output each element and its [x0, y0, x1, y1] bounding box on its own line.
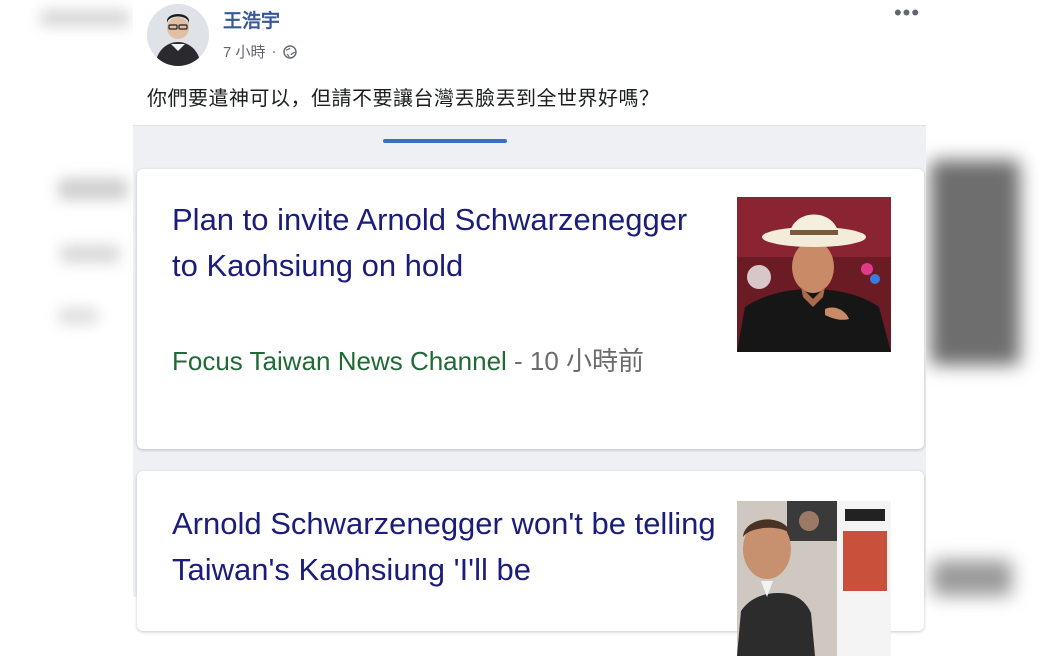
avatar-image: [147, 4, 209, 66]
more-options-icon[interactable]: •••: [892, 2, 922, 26]
news-thumbnail[interactable]: [737, 197, 891, 352]
tab-indicator: [383, 139, 507, 143]
link-preview-area: Plan to invite Arnold Schwarzenegger to …: [133, 125, 926, 656]
avatar[interactable]: [147, 4, 209, 66]
news-headline[interactable]: Plan to invite Arnold Schwarzenegger to …: [172, 197, 717, 289]
poster-name[interactable]: 王浩宇: [223, 6, 280, 33]
blurred-background-left-3: [60, 245, 120, 263]
globe-icon[interactable]: [282, 44, 297, 59]
news-age: - 10 小時前: [506, 346, 645, 376]
blurred-background-right-1: [930, 160, 1020, 365]
blurred-background-right-2: [932, 560, 1012, 596]
post-meta: 7 小時 ·: [223, 41, 297, 62]
news-thumbnail[interactable]: [737, 501, 891, 656]
blurred-background-left-2: [58, 178, 128, 200]
news-source: Focus Taiwan News Channel: [172, 346, 507, 376]
blurred-background-left-4: [58, 308, 98, 324]
post-text: 你們要遣神可以，但請不要讓台灣丟臉丟到全世界好嗎？: [147, 88, 660, 110]
facebook-post: 王浩宇 7 小時 · ••• 你們要遣神可以，但請不要讓台灣丟臉丟到全世界好嗎？…: [133, 0, 926, 656]
meta-separator: ·: [271, 43, 277, 60]
post-timestamp[interactable]: 7 小時: [223, 41, 266, 62]
news-headline[interactable]: Arnold Schwarzenegger won't be telling T…: [172, 501, 717, 593]
blurred-background-left-1: [40, 10, 130, 26]
news-card[interactable]: Arnold Schwarzenegger won't be telling T…: [137, 471, 924, 656]
news-card[interactable]: Plan to invite Arnold Schwarzenegger to …: [137, 169, 924, 449]
news-source-line: Focus Taiwan News Channel - 10 小時前: [172, 338, 712, 384]
